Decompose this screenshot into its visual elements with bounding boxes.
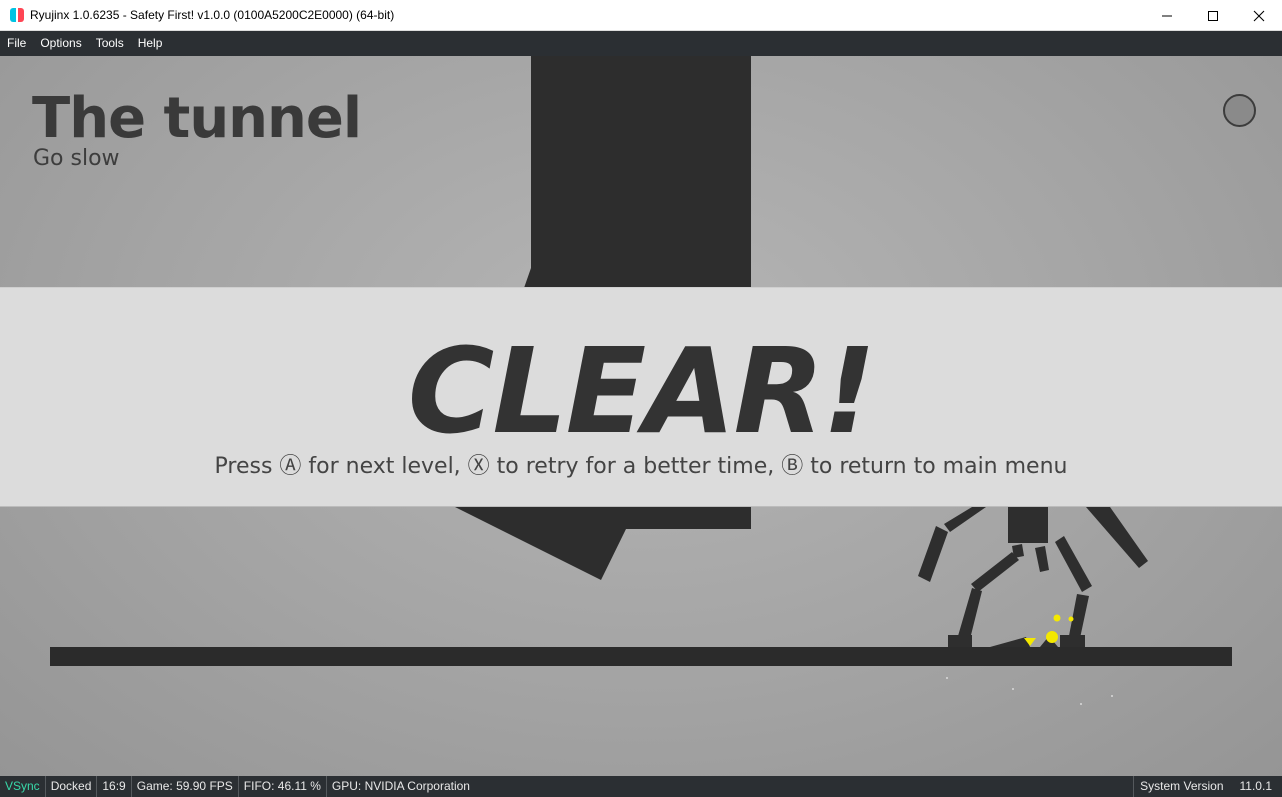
ragdoll-character xyxy=(918,507,1148,647)
vsync-status[interactable]: VSync xyxy=(0,776,46,797)
level-clear-banner: CLEAR! Press Ⓐ for next level, Ⓧ to retr… xyxy=(0,287,1282,507)
pause-circle-icon[interactable] xyxy=(1223,94,1256,127)
maximize-icon xyxy=(1208,10,1218,21)
fifo-status: FIFO: 46.11 % xyxy=(239,776,327,797)
status-bar: VSync Docked 16:9 Game: 59.90 FPS FIFO: … xyxy=(0,776,1282,797)
window-controls xyxy=(1144,0,1282,31)
minimize-button[interactable] xyxy=(1144,0,1190,31)
system-version-value: 11.0.1 xyxy=(1239,779,1272,793)
clear-instructions: Press Ⓐ for next level, Ⓧ to retry for a… xyxy=(214,454,1068,479)
menu-help[interactable]: Help xyxy=(131,31,170,56)
aspect-ratio-status[interactable]: 16:9 xyxy=(97,776,132,797)
system-version-group: System Version 11.0.1 xyxy=(1133,776,1282,797)
menu-bar: File Options Tools Help xyxy=(0,31,1282,56)
close-icon xyxy=(1253,10,1265,21)
level-title: The tunnel xyxy=(32,86,362,151)
system-version-label: System Version xyxy=(1133,776,1233,797)
menu-file[interactable]: File xyxy=(0,31,33,56)
gpu-status: GPU: NVIDIA Corporation xyxy=(331,779,470,793)
clear-title: CLEAR! xyxy=(407,322,876,460)
window-title-bar: Ryujinx 1.0.6235 - Safety First! v1.0.0 … xyxy=(0,0,1282,31)
dock-status[interactable]: Docked xyxy=(46,776,98,797)
tunnel-ceiling-block xyxy=(524,56,751,288)
tunnel-wedge xyxy=(455,507,751,580)
menu-tools[interactable]: Tools xyxy=(89,31,131,56)
fps-status: Game: 59.90 FPS xyxy=(132,776,239,797)
maximize-button[interactable] xyxy=(1190,0,1236,31)
close-button[interactable] xyxy=(1236,0,1282,31)
game-viewport[interactable]: The tunnel Go slow CLEAR! Press Ⓐ for ne… xyxy=(0,56,1282,776)
minimize-icon xyxy=(1162,15,1172,16)
level-subtitle: Go slow xyxy=(33,146,120,171)
floor-platform xyxy=(50,647,1232,666)
menu-options[interactable]: Options xyxy=(33,31,88,56)
window-title: Ryujinx 1.0.6235 - Safety First! v1.0.0 … xyxy=(30,8,395,22)
dust-specks xyxy=(946,677,1113,705)
ryujinx-logo-icon xyxy=(10,8,24,22)
